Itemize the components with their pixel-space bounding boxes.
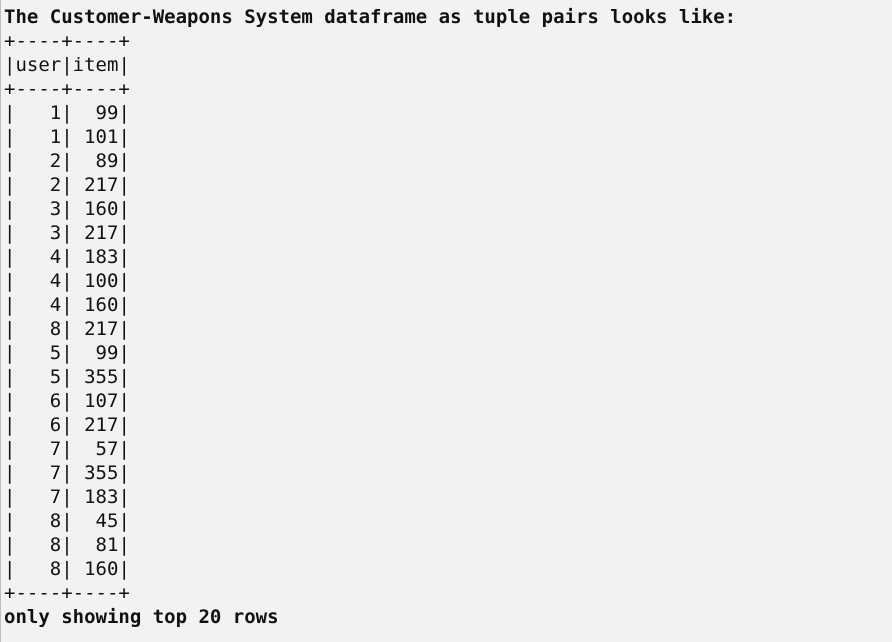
console-title-line: The Customer-Weapons System dataframe as… [4,6,737,28]
cell-user: 4 [15,294,62,316]
table-row: | 1| 101| [4,126,130,148]
cell-item: 81 [72,534,119,556]
cell-user: 7 [15,462,62,484]
cell-user: 2 [15,174,62,196]
cell-item: 183 [72,246,119,268]
cell-item: 99 [72,102,119,124]
cell-item: 101 [72,126,119,148]
cell-user: 5 [15,342,62,364]
cell-user: 8 [15,510,62,532]
cell-user: 7 [15,438,62,460]
table-border-bottom: +----+----+ [4,582,130,604]
cell-user: 2 [15,150,62,172]
cell-user: 6 [15,390,62,412]
cell-item: 183 [72,486,119,508]
cell-item: 355 [72,462,119,484]
cell-item: 100 [72,270,119,292]
table-row: | 8| 81| [4,534,130,556]
cell-item: 57 [72,438,119,460]
console-footer-line: only showing top 20 rows [4,606,279,628]
cell-user: 3 [15,198,62,220]
cell-user: 4 [15,246,62,268]
cell-user: 5 [15,366,62,388]
table-row: | 2| 217| [4,174,130,196]
cell-user: 1 [15,102,62,124]
cell-item: 160 [72,558,119,580]
cell-user: 6 [15,414,62,436]
cell-user: 1 [15,126,62,148]
cell-user: 8 [15,318,62,340]
table-row: | 5| 99| [4,342,130,364]
cell-item: 217 [72,318,119,340]
cell-item: 355 [72,366,119,388]
cell-item: 217 [72,222,119,244]
table-row: | 6| 107| [4,390,130,412]
cell-item: 217 [72,414,119,436]
table-row: | 1| 99| [4,102,130,124]
table-row: | 2| 89| [4,150,130,172]
table-border-header: +----+----+ [4,78,130,100]
cell-item: 160 [72,198,119,220]
column-header-item: item [72,54,119,76]
table-row: | 6| 217| [4,414,130,436]
cell-user: 3 [15,222,62,244]
table-row: | 3| 217| [4,222,130,244]
column-header-user: user [15,54,62,76]
cell-item: 99 [72,342,119,364]
table-row: | 5| 355| [4,366,130,388]
table-body: | 1| 99| | 1| 101| | 2| 89| | 2| 217| | 3| 1… [4,101,892,581]
cell-item: 160 [72,294,119,316]
cell-user: 7 [15,486,62,508]
table-row: | 3| 160| [4,198,130,220]
cell-item: 89 [72,150,119,172]
table-row: | 8| 217| [4,318,130,340]
cell-item: 217 [72,174,119,196]
table-row: | 7| 355| [4,462,130,484]
table-row: | 4| 183| [4,246,130,268]
cell-user: 8 [15,534,62,556]
table-header-row: |user|item| [4,54,130,76]
table-row: | 4| 160| [4,294,130,316]
table-row: | 7| 183| [4,486,130,508]
cell-user: 8 [15,558,62,580]
table-border-top: +----+----+ [4,30,130,52]
table-row: | 7| 57| [4,438,130,460]
table-row: | 8| 160| [4,558,130,580]
cell-item: 107 [72,390,119,412]
cell-user: 4 [15,270,62,292]
cell-item: 45 [72,510,119,532]
console-output: The Customer-Weapons System dataframe as… [0,0,892,642]
table-row: | 4| 100| [4,270,130,292]
table-row: | 8| 45| [4,510,130,532]
